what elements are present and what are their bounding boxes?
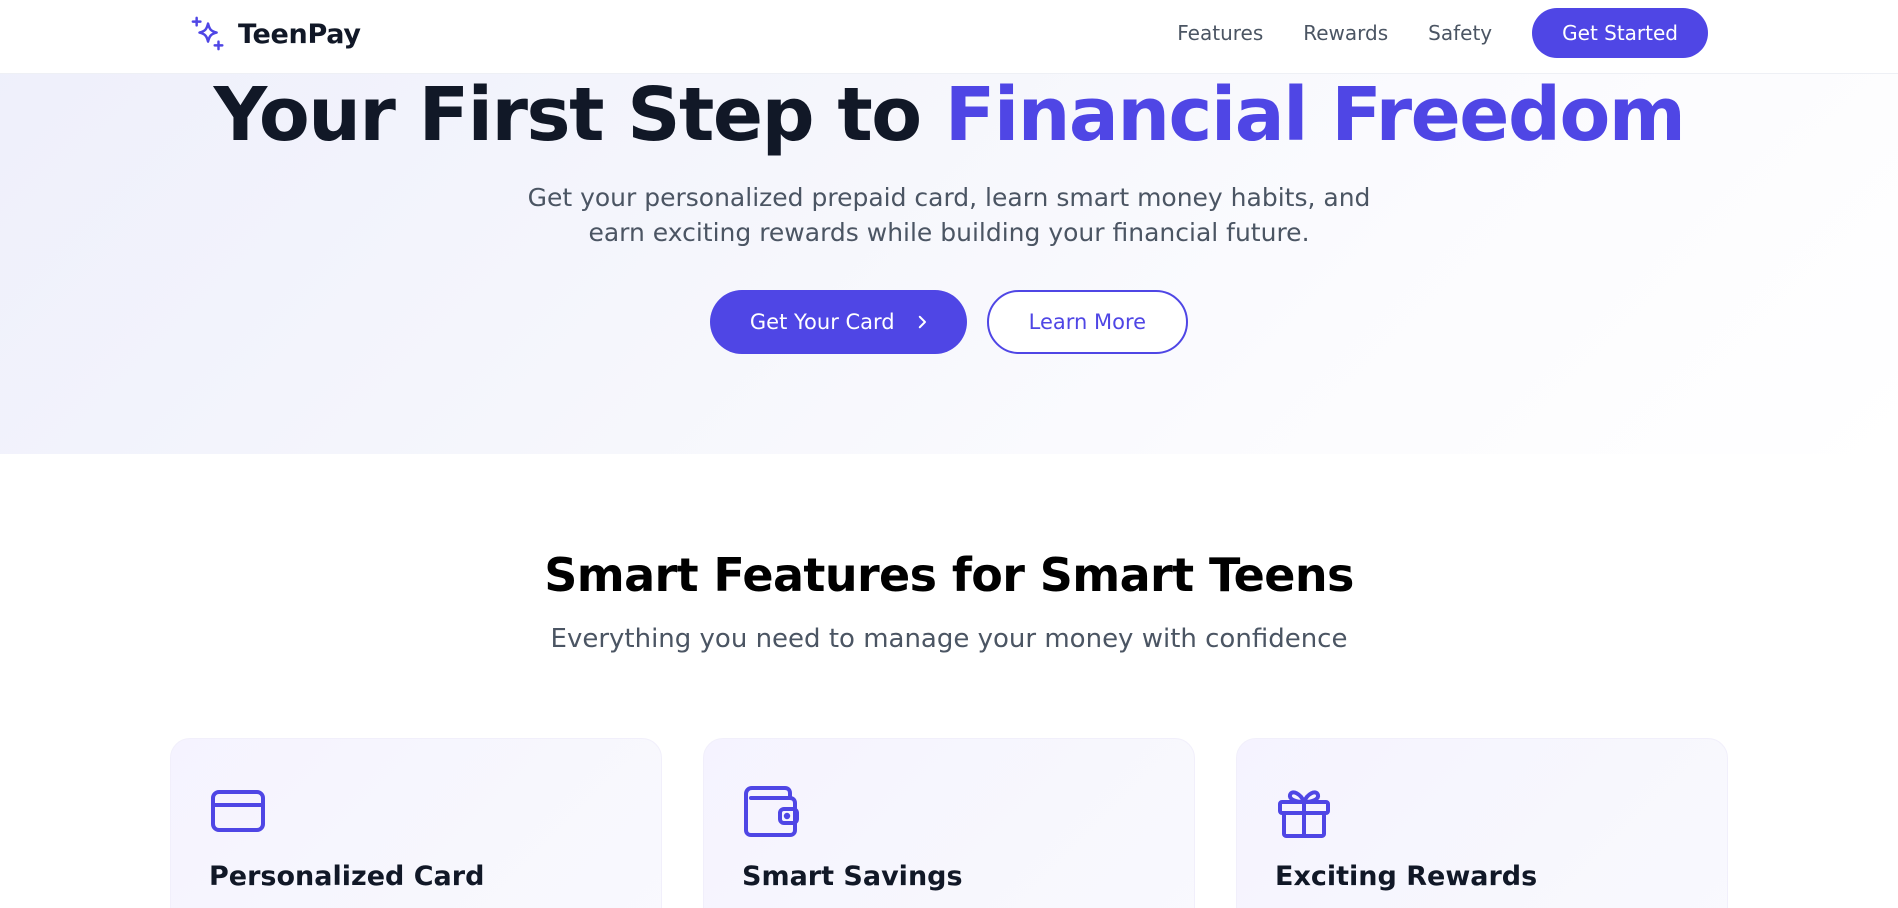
feature-card-personalized-card[interactable]: Personalized Card — [170, 738, 662, 908]
features-subtitle: Everything you need to manage your money… — [550, 624, 1348, 654]
hero-title-main: Your First Step to — [213, 72, 945, 158]
nav-link-rewards[interactable]: Rewards — [1303, 21, 1388, 45]
hero-title-accent: Financial Freedom — [944, 72, 1686, 158]
get-started-button[interactable]: Get Started — [1532, 8, 1708, 58]
hero-title: Your First Step to Financial Freedom — [0, 70, 1898, 160]
nav-link-safety[interactable]: Safety — [1428, 21, 1492, 45]
hero-actions: Get Your Card Learn More — [0, 290, 1898, 354]
features-title: Smart Features for Smart Teens — [544, 548, 1354, 602]
feature-card-title: Smart Savings — [742, 861, 963, 892]
feature-card-title: Exciting Rewards — [1275, 861, 1538, 892]
feature-card-exciting-rewards[interactable]: Exciting Rewards — [1236, 738, 1728, 908]
gift-icon — [1275, 783, 1333, 841]
sparkles-icon — [191, 16, 224, 51]
feature-cards: Personalized Card Smart Savings Exciting… — [170, 738, 1730, 908]
credit-card-icon — [209, 783, 267, 841]
top-navbar: TeenPay Features Rewards Safety Get Star… — [0, 0, 1898, 74]
feature-card-title: Personalized Card — [209, 861, 485, 892]
get-your-card-button[interactable]: Get Your Card — [709, 290, 967, 354]
brand-name: TeenPay — [238, 18, 361, 50]
chevron-right-icon — [918, 315, 926, 329]
brand-logo[interactable]: TeenPay — [190, 14, 361, 54]
learn-more-button[interactable]: Learn More — [986, 290, 1189, 354]
wallet-icon — [742, 783, 800, 841]
nav-link-features[interactable]: Features — [1177, 21, 1263, 45]
get-your-card-label: Get Your Card — [749, 310, 895, 334]
hero-subtitle: Get your personalized prepaid card, lear… — [527, 183, 1371, 247]
feature-card-smart-savings[interactable]: Smart Savings — [703, 738, 1195, 908]
nav-links: Features Rewards Safety Get Started — [1137, 8, 1708, 58]
page: Your First Step to Financial Freedom Get… — [0, 0, 1898, 908]
